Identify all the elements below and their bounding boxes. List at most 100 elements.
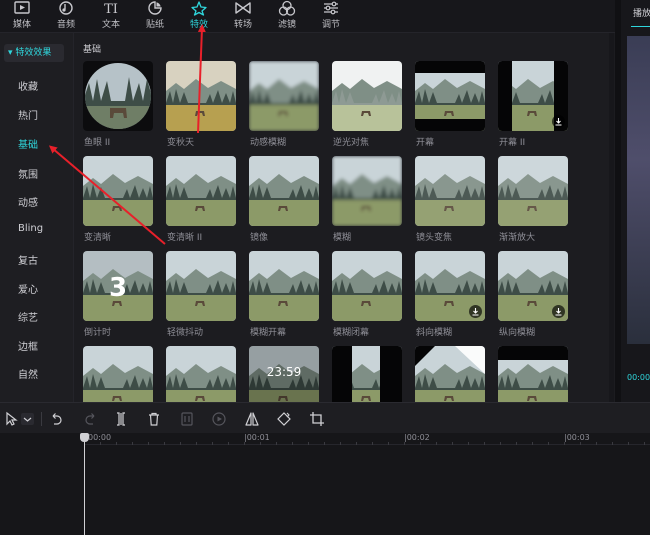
rotate-icon[interactable] (276, 411, 292, 427)
effect-tile[interactable] (332, 251, 402, 321)
effect-label: 变清晰 II (167, 233, 203, 243)
effect-thumbnail (415, 61, 485, 131)
tab-adjust[interactable]: 调节 (309, 0, 353, 33)
effect-tile[interactable] (498, 251, 568, 321)
ruler-minor-tick (404, 442, 405, 445)
ruler-minor-tick (340, 442, 341, 445)
tab-effects[interactable]: 特效 (177, 0, 221, 33)
effect-tile[interactable] (332, 156, 402, 226)
tab-label: 调节 (321, 20, 340, 30)
sidebar-item-1[interactable]: 热门 (18, 107, 38, 122)
ruler-minor-tick (580, 442, 581, 445)
effect-tile[interactable] (166, 346, 236, 402)
tab-transition[interactable]: 转场 (221, 0, 265, 33)
effect-tile[interactable] (415, 251, 485, 321)
effect-tile[interactable]: 3 (83, 251, 153, 321)
ruler-minor-tick (484, 442, 485, 445)
sidebar-item-0[interactable]: 收藏 (18, 78, 38, 93)
sidebar-item-5[interactable]: Bling (18, 223, 43, 234)
cursor-dropdown-icon[interactable] (20, 411, 36, 427)
ruler-minor-tick (500, 442, 501, 445)
download-icon[interactable] (552, 115, 565, 128)
effect-tile[interactable] (498, 156, 568, 226)
tab-media[interactable]: 媒体 (0, 0, 44, 33)
redo-icon[interactable] (82, 411, 98, 427)
tab-sticker[interactable]: 贴纸 (133, 0, 177, 33)
playhead-line[interactable] (84, 433, 85, 535)
freeze-icon[interactable] (179, 411, 195, 427)
effect-tile[interactable] (83, 156, 153, 226)
effect-tile[interactable] (415, 61, 485, 131)
effect-thumbnail (498, 346, 568, 402)
sidebar-item-8[interactable]: 综艺 (18, 309, 38, 324)
ruler-minor-tick (356, 442, 357, 445)
effect-tile[interactable] (166, 61, 236, 131)
sidebar-item-9[interactable]: 边框 (18, 338, 38, 353)
effect-label: 轻微抖动 (167, 328, 204, 338)
timeline-toolbar (0, 402, 650, 433)
mirror-icon[interactable] (244, 411, 260, 427)
filter-icon (278, 0, 296, 16)
tab-label: 贴纸 (145, 20, 164, 30)
text-icon: TI (104, 2, 118, 17)
effect-tile[interactable] (415, 156, 485, 226)
play-circle-icon[interactable] (211, 411, 227, 427)
split-icon[interactable] (113, 411, 129, 427)
effect-tile[interactable] (83, 61, 153, 131)
delete-icon[interactable] (146, 411, 162, 427)
ruler-minor-tick (548, 442, 549, 445)
preview-screen[interactable] (627, 36, 650, 344)
effect-tile[interactable] (249, 251, 319, 321)
effect-label: 斜向模糊 (416, 328, 453, 338)
ruler-minor-tick (628, 442, 629, 445)
tab-text[interactable]: TI 文本 (89, 0, 133, 33)
playhead-handle[interactable] (80, 433, 89, 442)
sidebar-item-3[interactable]: 氛围 (18, 166, 38, 181)
effect-label: 模糊 (333, 233, 352, 243)
grid-scrollbar[interactable] (609, 33, 614, 402)
sidebar-item-10[interactable]: 自然 (18, 366, 38, 381)
ruler-minor-tick (372, 442, 373, 445)
effect-tile[interactable] (498, 346, 568, 402)
sidebar-item-4[interactable]: 动感 (18, 194, 38, 209)
effect-thumbnail (332, 156, 402, 226)
tab-audio[interactable]: 音频 (44, 0, 88, 33)
effect-label: 模糊闭幕 (333, 328, 370, 338)
timeline-ruler[interactable]: 00:00 |00:01 |00:02 |00:03 (84, 433, 650, 445)
effects-icon (191, 1, 207, 16)
ruler-tick-label: 00:00 (88, 433, 112, 442)
tab-filter[interactable]: 滤镜 (265, 0, 309, 33)
effect-tile[interactable] (332, 61, 402, 131)
effect-thumbnail (166, 156, 236, 226)
timeline-track-area[interactable]: 00:00 |00:01 |00:02 |00:03 (0, 433, 650, 535)
sidebar-item-6[interactable]: 复古 (18, 252, 38, 267)
effect-tile[interactable] (415, 346, 485, 402)
effect-tile[interactable] (166, 251, 236, 321)
effect-tile[interactable] (332, 346, 402, 402)
ruler-minor-tick (100, 442, 101, 445)
tab-label: 转场 (233, 20, 252, 30)
undo-icon[interactable] (49, 411, 65, 427)
effect-tile[interactable] (498, 61, 568, 131)
effect-tile[interactable] (249, 156, 319, 226)
effect-tile[interactable] (83, 346, 153, 402)
ruler-tick-label: |00:02 (404, 433, 430, 442)
effect-thumbnail (166, 61, 236, 131)
download-icon[interactable] (469, 305, 482, 318)
effect-tile[interactable] (249, 61, 319, 131)
ruler-minor-tick (308, 442, 309, 445)
select-cursor-icon[interactable] (4, 411, 20, 427)
effects-category-header[interactable]: ▾ 特效效果 (4, 44, 64, 62)
effect-thumbnail: 23:59 (249, 346, 319, 402)
download-icon[interactable] (552, 305, 565, 318)
ruler-tick-label: |00:03 (564, 433, 590, 442)
ruler-minor-tick (180, 442, 181, 445)
sidebar-item-2[interactable]: 基础 (18, 136, 38, 151)
effect-tile[interactable] (166, 156, 236, 226)
adjust-icon (324, 1, 338, 15)
effect-tile[interactable]: 23:59 (249, 346, 319, 402)
countdown-digit: 3 (109, 273, 127, 303)
sidebar-item-7[interactable]: 爱心 (18, 281, 38, 296)
crop-icon[interactable] (309, 411, 325, 427)
tab-label: 媒体 (12, 20, 31, 30)
